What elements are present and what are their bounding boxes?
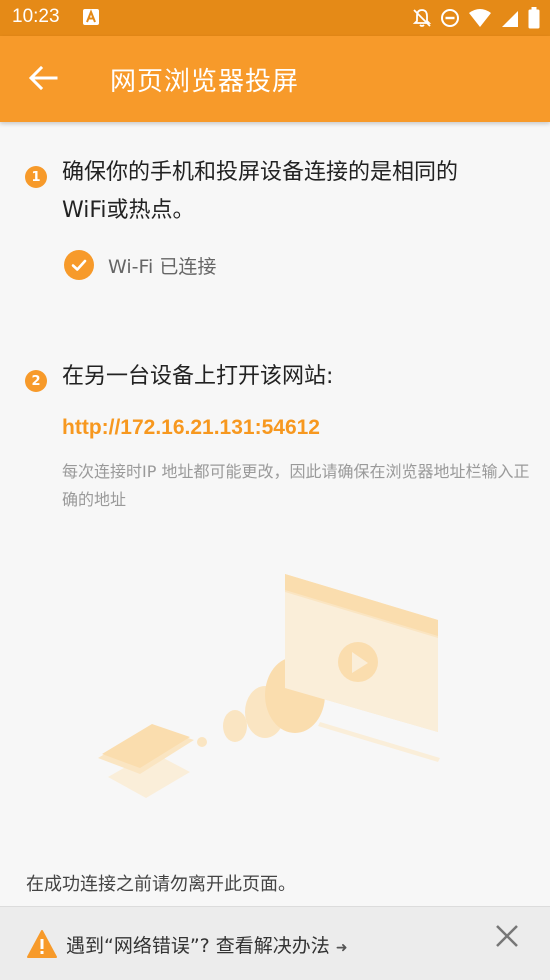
signal-icon: [502, 11, 518, 27]
status-icons: [412, 7, 540, 29]
help-banner-text: 遇到“网络错误”? 查看解决办法: [66, 935, 330, 957]
ip-hint-text: 每次连接时IP 地址都可能更改，因此请确保在浏览器地址栏输入正确的地址: [62, 462, 530, 509]
status-bar: 10:23: [0, 0, 550, 36]
leave-page-note: 在成功连接之前请勿离开此页面。: [26, 874, 296, 895]
step2-text: 在另一台设备上打开该网站:: [62, 364, 334, 389]
bell-off-icon: [412, 9, 432, 27]
wifi-icon: [469, 9, 491, 27]
notification-icon: [83, 9, 99, 25]
check-circle-icon: [64, 250, 94, 280]
step1-badge: 1: [25, 166, 47, 188]
battery-icon: [528, 7, 540, 29]
close-icon[interactable]: [494, 923, 520, 949]
step1-text-line1: 确保你的手机和投屏设备连接的是相同的: [62, 160, 459, 185]
warning-icon: [27, 930, 57, 958]
app-bar: 网页浏览器投屏: [0, 36, 550, 122]
wifi-status-label: Wi-Fi 已连接: [108, 255, 217, 278]
arrow-right-icon: ➜: [335, 940, 348, 956]
help-banner-message[interactable]: 遇到“网络错误”? 查看解决办法 ➜: [66, 931, 348, 958]
do-not-disturb-icon: [441, 9, 459, 27]
step2-badge: 2: [25, 370, 47, 392]
help-banner[interactable]: 遇到“网络错误”? 查看解决办法 ➜: [0, 906, 550, 980]
wifi-status-row: Wi-Fi 已连接: [64, 250, 216, 280]
status-time: 10:23: [12, 6, 60, 27]
screen-cast-illustration: [98, 574, 440, 798]
back-arrow-icon[interactable]: [26, 61, 60, 95]
step1-text-line2: WiFi或热点。: [62, 198, 195, 223]
page-title: 网页浏览器投屏: [110, 67, 300, 97]
connection-url[interactable]: http://172.16.21.131:54612: [62, 416, 320, 440]
